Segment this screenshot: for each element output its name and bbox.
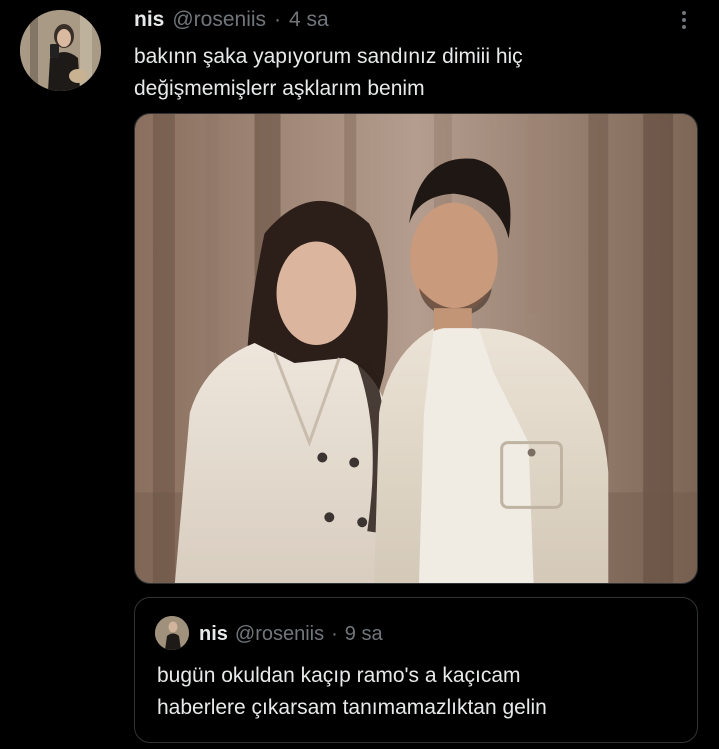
quoted-author-name[interactable]: nis — [199, 622, 228, 646]
author-avatar[interactable] — [20, 10, 101, 91]
quoted-avatar-photo — [155, 616, 189, 650]
quoted-text-line: haberlere çıkarsam tanımamazlıktan gelin — [157, 696, 547, 719]
tweet-photo[interactable] — [134, 113, 698, 584]
quoted-tweet[interactable]: nis @roseniis · 9 sa bugün okuldan kaçıp… — [134, 597, 698, 743]
couple-photo-image — [135, 114, 697, 583]
quoted-text-line: bugün okuldan kaçıp ramo's a kaçıcam — [157, 664, 521, 687]
quoted-author-handle[interactable]: @roseniis — [235, 622, 324, 646]
tweet-text-line: değişmemişlerr aşklarım benim — [134, 77, 425, 100]
tweet-text: bakınn şaka yapıyorum sandınız dimiii hi… — [134, 41, 694, 105]
tweet: nis @roseniis · 4 sa bakınn şaka yapıyor… — [0, 0, 719, 749]
quoted-header-separator: · — [331, 623, 338, 645]
avatar-photo — [20, 10, 101, 91]
quoted-author-avatar[interactable] — [155, 616, 189, 650]
more-options-icon[interactable] — [672, 8, 696, 32]
author-handle[interactable]: @roseniis — [172, 8, 266, 32]
tweet-timestamp[interactable]: 4 sa — [289, 8, 329, 32]
author-name[interactable]: nis — [134, 8, 164, 32]
quoted-tweet-text: bugün okuldan kaçıp ramo's a kaçıcam hab… — [157, 660, 677, 724]
header-separator: · — [274, 8, 282, 31]
quoted-tweet-header: nis @roseniis · 9 sa — [199, 622, 383, 646]
tweet-text-line: bakınn şaka yapıyorum sandınız dimiii hi… — [134, 45, 523, 68]
quoted-tweet-timestamp[interactable]: 9 sa — [345, 622, 383, 646]
tweet-header: nis @roseniis · 4 sa — [134, 8, 329, 32]
